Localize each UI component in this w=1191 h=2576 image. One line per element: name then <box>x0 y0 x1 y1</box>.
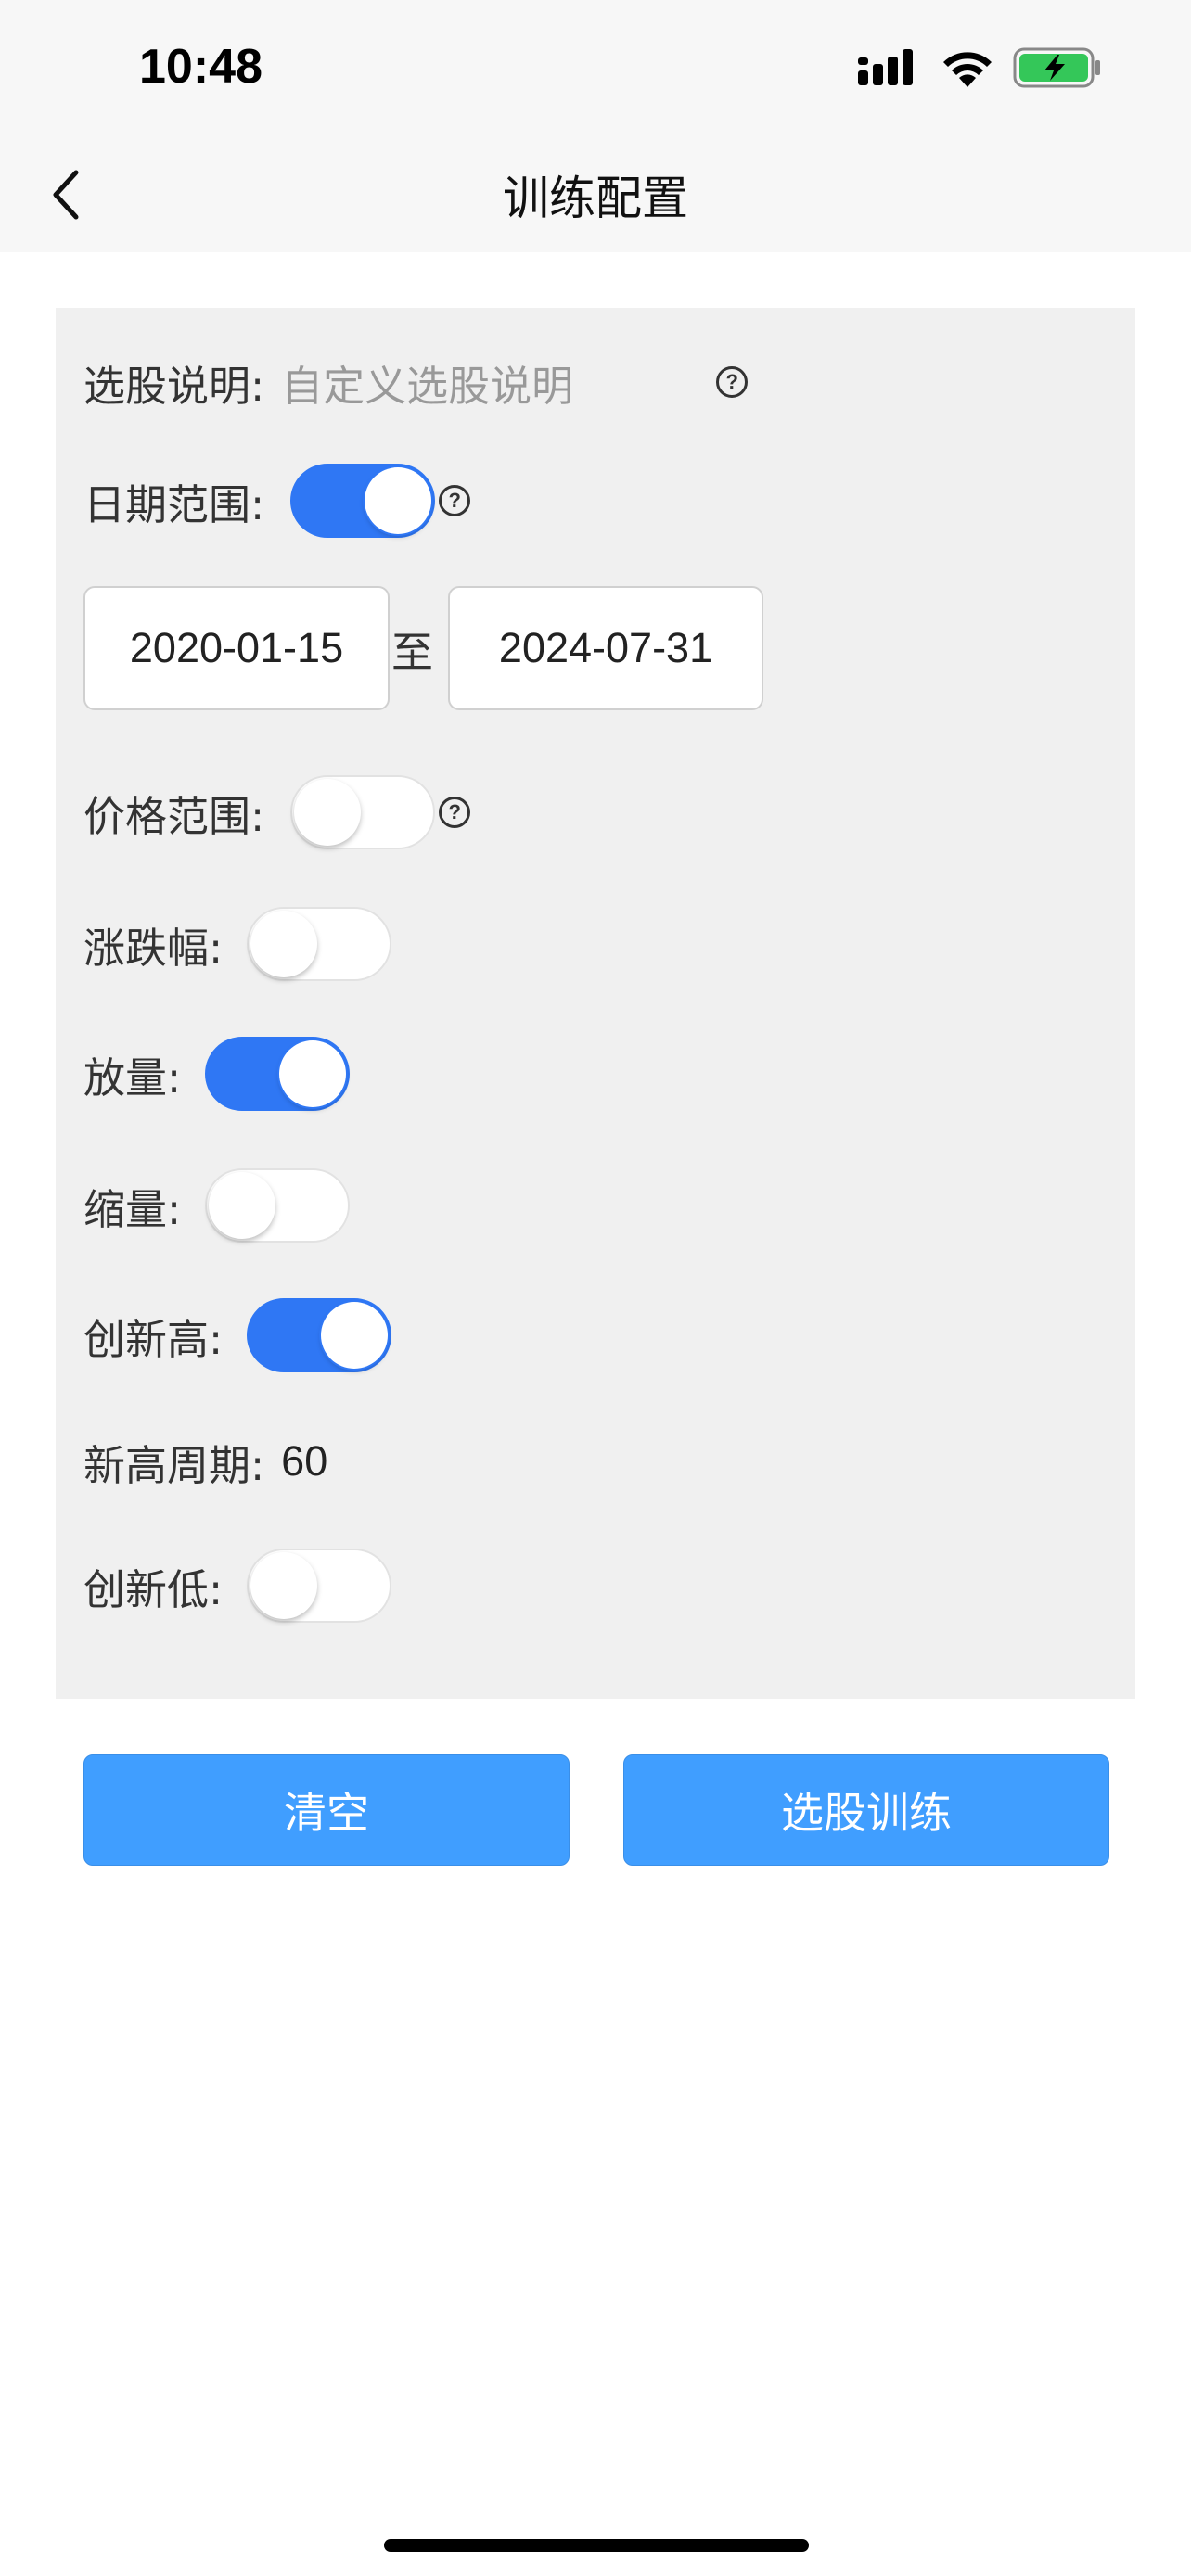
price-range-row: 价格范围: ? <box>83 766 471 859</box>
date-range-toggle[interactable] <box>290 464 436 538</box>
volume-up-label: 放量: <box>83 1052 182 1103</box>
signal-icon <box>858 49 913 85</box>
status-time: 10:48 <box>139 40 263 94</box>
new-low-label: 创新低: <box>83 1564 224 1614</box>
new-high-row: 创新高: <box>83 1289 392 1382</box>
train-button[interactable]: 选股训练 <box>623 1754 1109 1866</box>
new-high-period-row: 新高周期: 60 <box>83 1415 327 1508</box>
date-inputs-row: 2020-01-15 至 2024-07-31 <box>83 586 764 710</box>
start-date-input[interactable]: 2020-01-15 <box>83 586 390 710</box>
volume-down-row: 缩量: <box>83 1159 351 1252</box>
help-icon[interactable]: ? <box>439 485 471 516</box>
help-icon[interactable]: ? <box>439 797 471 828</box>
clear-button[interactable]: 清空 <box>83 1754 570 1866</box>
date-separator: 至 <box>391 627 434 677</box>
description-label: 选股说明: <box>83 361 265 411</box>
new-high-period-value[interactable]: 60 <box>281 1437 327 1486</box>
new-low-row: 创新低: <box>83 1539 392 1632</box>
description-row: 选股说明: 自定义选股说明 ? <box>83 336 749 428</box>
nav-bar: 训练配置 <box>0 139 1191 252</box>
home-indicator <box>384 2539 809 2552</box>
description-input[interactable]: 自定义选股说明 <box>281 352 573 413</box>
training-config-form: 选股说明: 自定义选股说明 ? 日期范围: ? 2020-01-15 至 202… <box>56 308 1135 1699</box>
page-title: 训练配置 <box>503 172 688 225</box>
wifi-icon <box>943 52 992 87</box>
volume-down-label: 缩量: <box>83 1184 182 1234</box>
volume-down-toggle[interactable] <box>205 1168 351 1243</box>
change-pct-label: 涨跌幅: <box>83 923 224 973</box>
price-range-toggle[interactable] <box>290 775 436 849</box>
new-high-period-label: 新高周期: <box>83 1440 265 1490</box>
end-date-input[interactable]: 2024-07-31 <box>448 586 764 710</box>
date-range-label: 日期范围: <box>83 479 265 529</box>
status-bar: 10:48 <box>0 0 1191 139</box>
help-icon[interactable]: ? <box>716 366 749 398</box>
battery-charging-icon <box>1013 47 1100 88</box>
volume-up-row: 放量: <box>83 1027 351 1120</box>
new-high-toggle[interactable] <box>247 1298 392 1372</box>
change-pct-row: 涨跌幅: <box>83 898 392 990</box>
volume-up-toggle[interactable] <box>205 1037 351 1111</box>
date-range-row: 日期范围: ? <box>83 454 471 547</box>
new-high-label: 创新高: <box>83 1314 224 1364</box>
price-range-label: 价格范围: <box>83 791 265 841</box>
new-low-toggle[interactable] <box>247 1549 392 1623</box>
change-pct-toggle[interactable] <box>247 907 392 981</box>
